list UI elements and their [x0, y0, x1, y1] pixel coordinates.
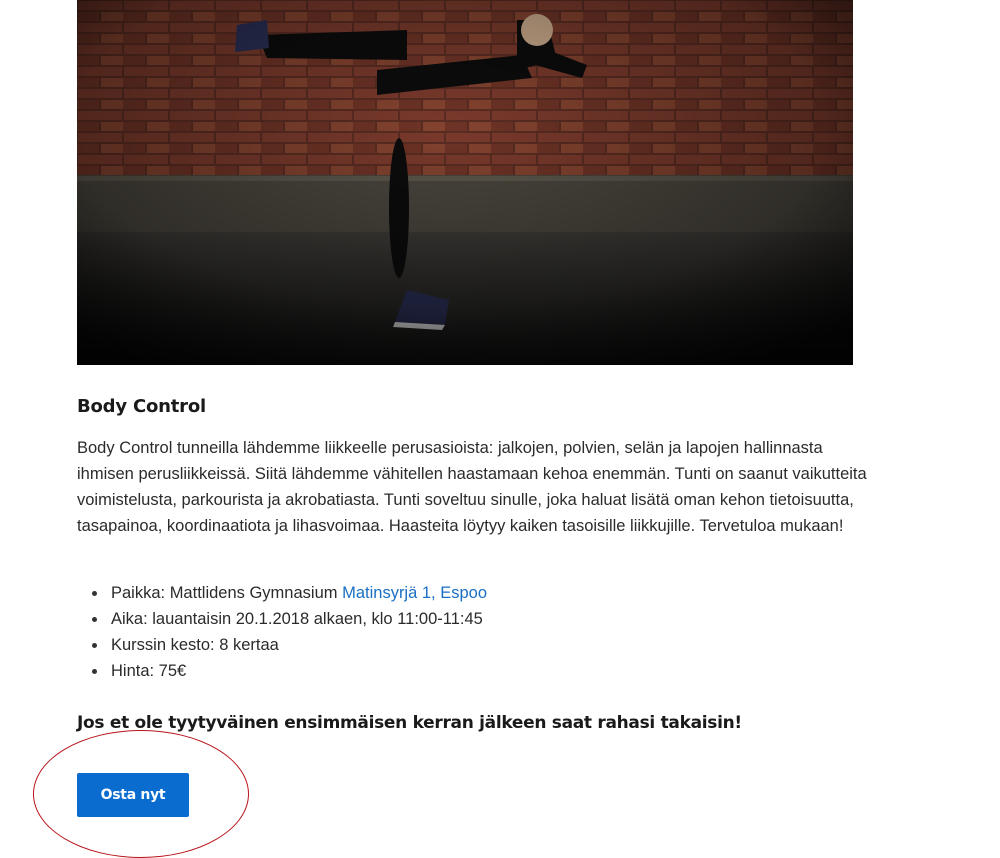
detail-price: Hinta: 75€: [77, 658, 487, 684]
detail-time: Aika: lauantaisin 20.1.2018 alkaen, klo …: [77, 606, 487, 632]
address-link[interactable]: Matinsyrjä 1, Espoo: [342, 584, 487, 602]
money-back-guarantee: Jos et ole tyytyväinen ensimmäisen kerra…: [77, 713, 742, 733]
hero-image: [77, 0, 853, 365]
place-label: Paikka: Mattlidens Gymnasium: [111, 584, 343, 602]
course-description: Body Control tunneilla lähdemme liikkeel…: [77, 439, 867, 535]
buy-now-button[interactable]: Osta nyt: [77, 773, 189, 817]
detail-duration: Kurssin kesto: 8 kertaa: [77, 632, 487, 658]
course-details-list: Paikka: Mattlidens Gymnasium Matinsyrjä …: [77, 580, 487, 684]
course-title: Body Control: [77, 396, 206, 417]
detail-place: Paikka: Mattlidens Gymnasium Matinsyrjä …: [77, 580, 487, 606]
